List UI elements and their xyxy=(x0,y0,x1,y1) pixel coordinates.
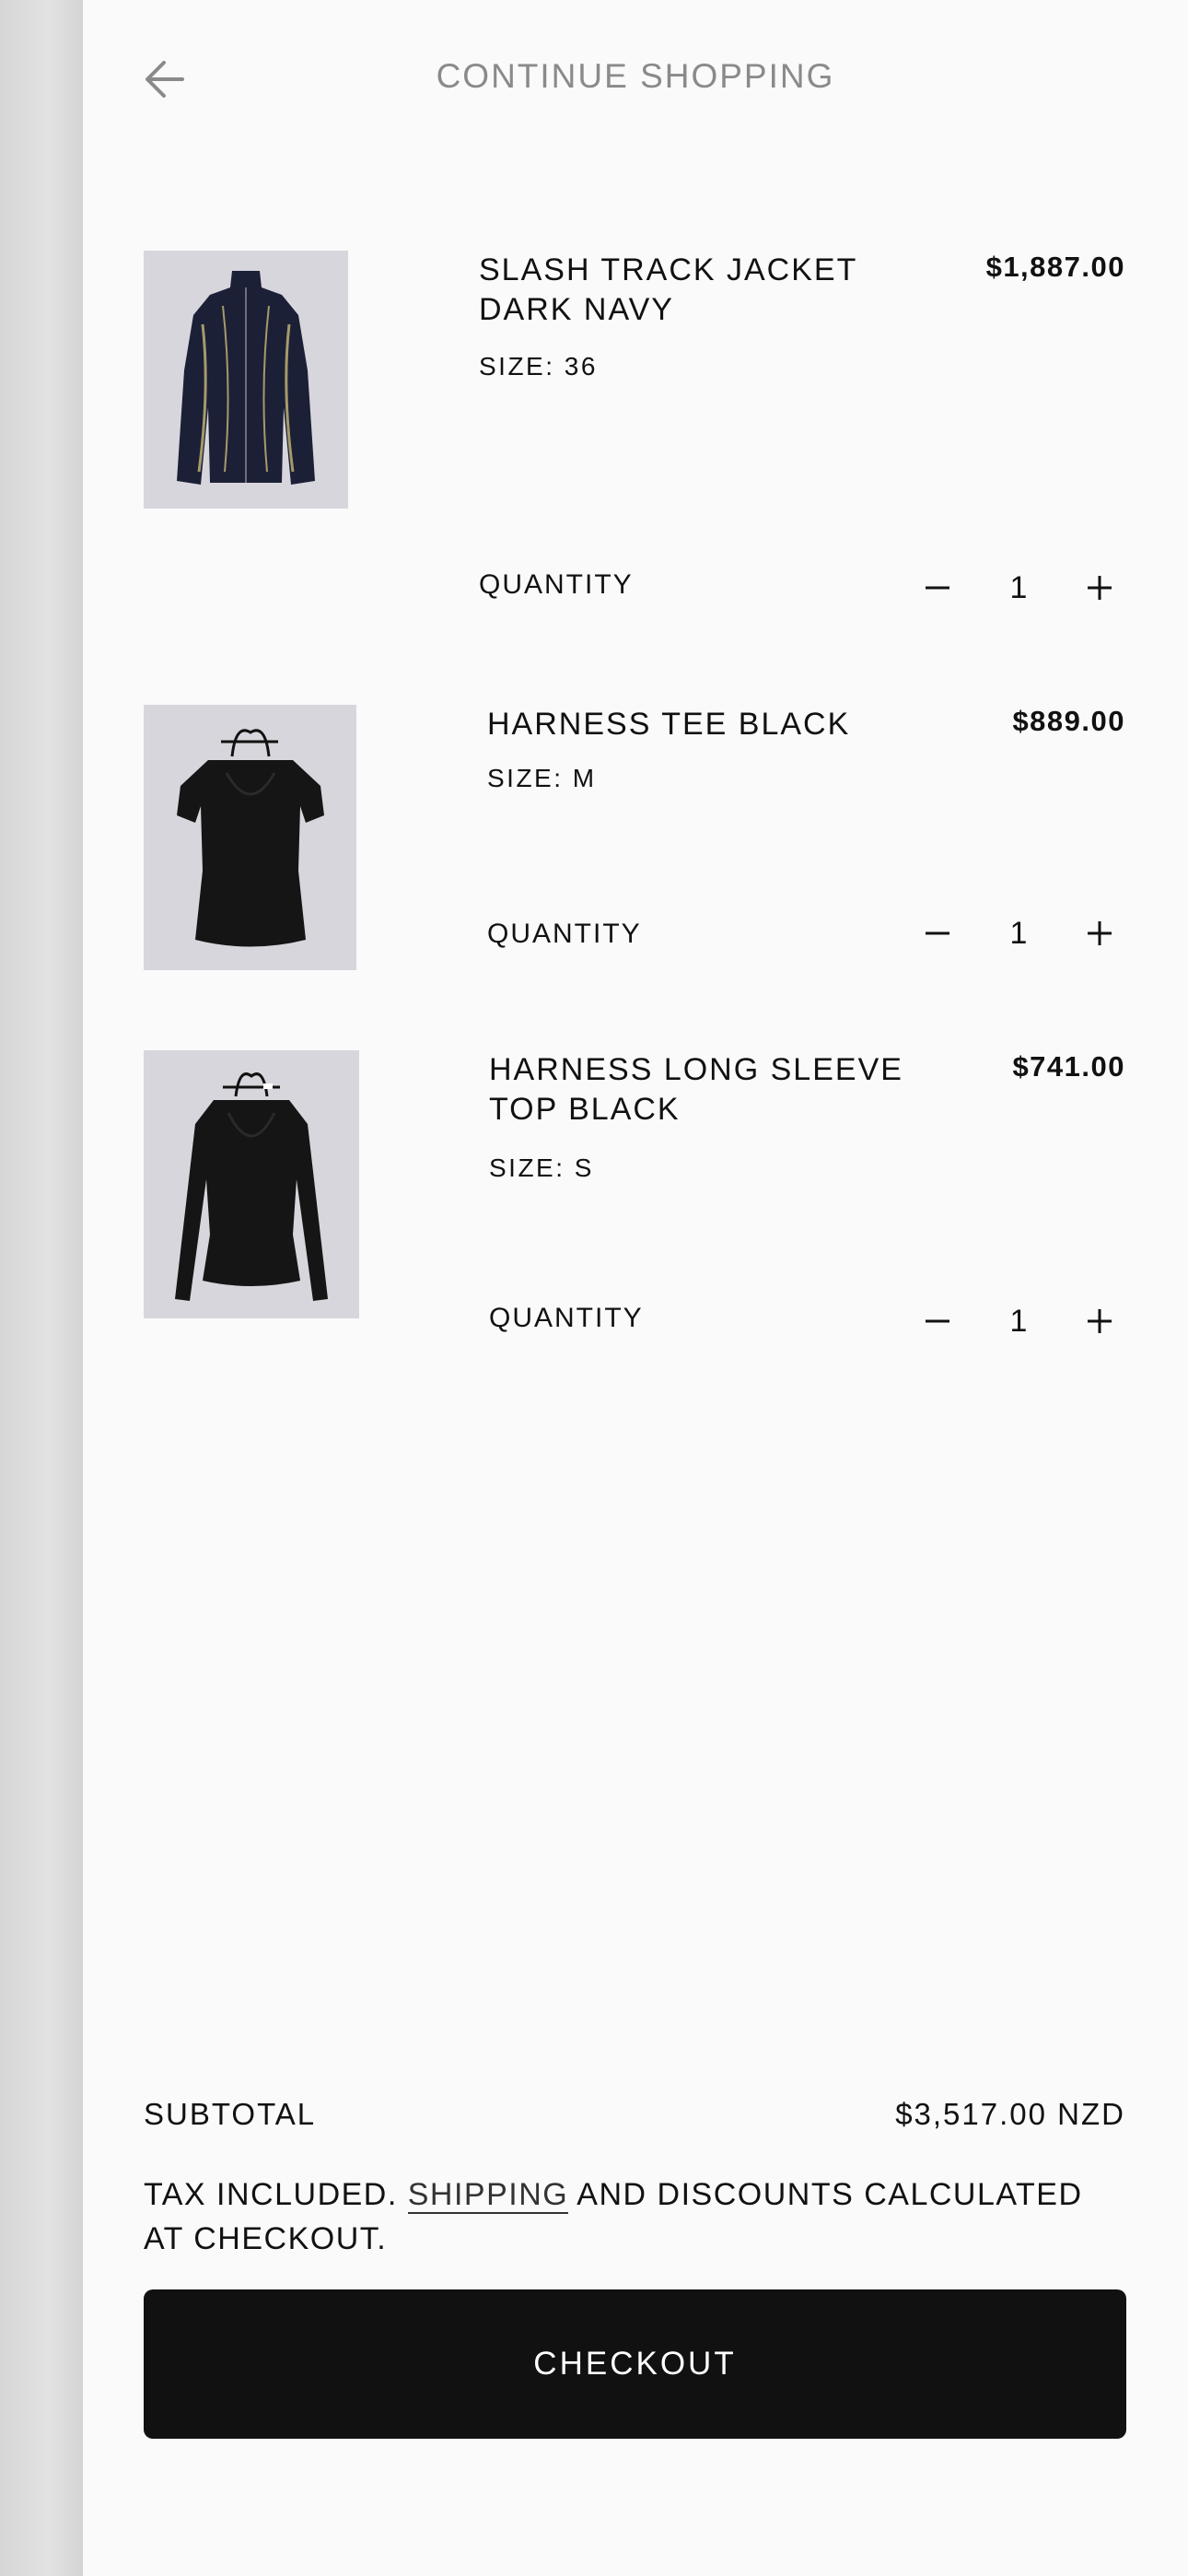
product-image[interactable] xyxy=(144,251,348,509)
product-size: SIZE: 36 xyxy=(479,352,598,381)
quantity-label: QUANTITY xyxy=(489,1303,644,1333)
quantity-label: QUANTITY xyxy=(479,569,634,600)
tax-note: TAX INCLUDED. SHIPPING AND DISCOUNTS CAL… xyxy=(144,2172,1129,2261)
product-image[interactable] xyxy=(144,705,356,970)
quantity-value: 1 xyxy=(1009,1303,1028,1339)
minus-icon xyxy=(926,1319,949,1323)
plus-icon xyxy=(1088,1309,1112,1333)
increase-quantity-button[interactable] xyxy=(1074,1295,1125,1347)
increase-quantity-button[interactable] xyxy=(1074,907,1125,959)
quantity-stepper: 1 xyxy=(912,1294,1125,1349)
product-image[interactable] xyxy=(144,1050,359,1318)
decrease-quantity-button[interactable] xyxy=(912,562,963,614)
quantity-label: QUANTITY xyxy=(487,919,642,949)
checkout-button[interactable]: CHECKOUT xyxy=(144,2289,1126,2439)
quantity-stepper: 1 xyxy=(912,906,1125,961)
cart-drawer: CONTINUE SHOPPING SLASH TRACK JACKET DAR… xyxy=(83,0,1188,2576)
continue-shopping-link[interactable]: CONTINUE SHOPPING xyxy=(83,57,1188,96)
product-title[interactable]: HARNESS TEE BLACK xyxy=(487,705,902,744)
minus-icon xyxy=(926,931,949,935)
plus-icon xyxy=(1088,576,1112,600)
product-title[interactable]: HARNESS LONG SLEEVE TOP BLACK xyxy=(489,1050,903,1130)
backdrop-overlay[interactable] xyxy=(0,0,83,2576)
product-price: $741.00 xyxy=(1012,1050,1125,1083)
plus-icon xyxy=(1088,921,1112,945)
product-size: SIZE: M xyxy=(487,764,597,792)
long-sleeve-top-image xyxy=(144,1050,359,1318)
product-price: $889.00 xyxy=(1012,705,1125,737)
product-price: $1,887.00 xyxy=(985,251,1125,283)
tax-note-prefix: TAX INCLUDED. xyxy=(144,2177,408,2212)
decrease-quantity-button[interactable] xyxy=(912,907,963,959)
quantity-value: 1 xyxy=(1009,569,1028,605)
increase-quantity-button[interactable] xyxy=(1074,562,1125,614)
subtotal-label: SUBTOTAL xyxy=(144,2097,317,2131)
minus-icon xyxy=(926,586,949,590)
jacket-image xyxy=(144,251,348,509)
quantity-value: 1 xyxy=(1009,915,1028,951)
shipping-link[interactable]: SHIPPING xyxy=(407,2177,569,2214)
decrease-quantity-button[interactable] xyxy=(912,1295,963,1347)
cart-header: CONTINUE SHOPPING xyxy=(83,0,1188,157)
product-title[interactable]: SLASH TRACK JACKET DARK NAVY xyxy=(479,251,893,330)
tee-image xyxy=(144,705,356,970)
subtotal-value: $3,517.00 NZD xyxy=(895,2097,1125,2131)
product-size: SIZE: S xyxy=(489,1153,594,1182)
quantity-stepper: 1 xyxy=(912,560,1125,615)
